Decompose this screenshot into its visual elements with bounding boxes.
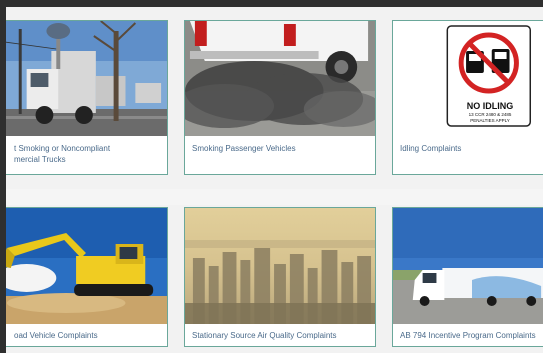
- complaint-categories-grid: t Smoking or Noncompliant mercial Trucks: [6, 7, 543, 353]
- no-idling-sign-line1: 13 CCR 2480 & 2485: [468, 112, 512, 117]
- hazy-city-skyline-image: [185, 208, 375, 324]
- no-idling-sign-image: NO IDLING 13 CCR 2480 & 2485 PENALTIES A…: [393, 21, 543, 136]
- card-label: Stationary Source Air Quality Complaints: [192, 331, 337, 340]
- no-idling-sign-line2: PENALTIES APPLY: [470, 118, 510, 123]
- excavator-image: [6, 208, 167, 324]
- card-ab794-incentive-complaints[interactable]: AB 794 Incentive Program Complaints: [392, 207, 543, 347]
- card-label: Idling Complaints: [400, 144, 462, 153]
- electric-truck-image: [393, 208, 543, 324]
- card-label: AB 794 Incentive Program Complaints: [400, 331, 536, 340]
- smoking-car-exhaust-image: [185, 21, 375, 136]
- no-idling-sign-title: NO IDLING: [466, 101, 514, 111]
- card-stationary-source-complaints[interactable]: Stationary Source Air Quality Complaints: [184, 207, 376, 347]
- card-smoking-trucks[interactable]: t Smoking or Noncompliant mercial Trucks: [6, 20, 168, 175]
- card-label: Smoking Passenger Vehicles: [192, 144, 296, 153]
- card-label: oad Vehicle Complaints: [14, 331, 98, 340]
- card-label: t Smoking or Noncompliant mercial Trucks: [14, 144, 111, 164]
- smoking-truck-image: [6, 21, 167, 136]
- card-idling-complaints[interactable]: NO IDLING 13 CCR 2480 & 2485 PENALTIES A…: [392, 20, 543, 175]
- card-off-road-vehicle-complaints[interactable]: oad Vehicle Complaints: [6, 207, 168, 347]
- row-separator: [6, 189, 543, 205]
- card-smoking-passenger-vehicles[interactable]: Smoking Passenger Vehicles: [184, 20, 376, 175]
